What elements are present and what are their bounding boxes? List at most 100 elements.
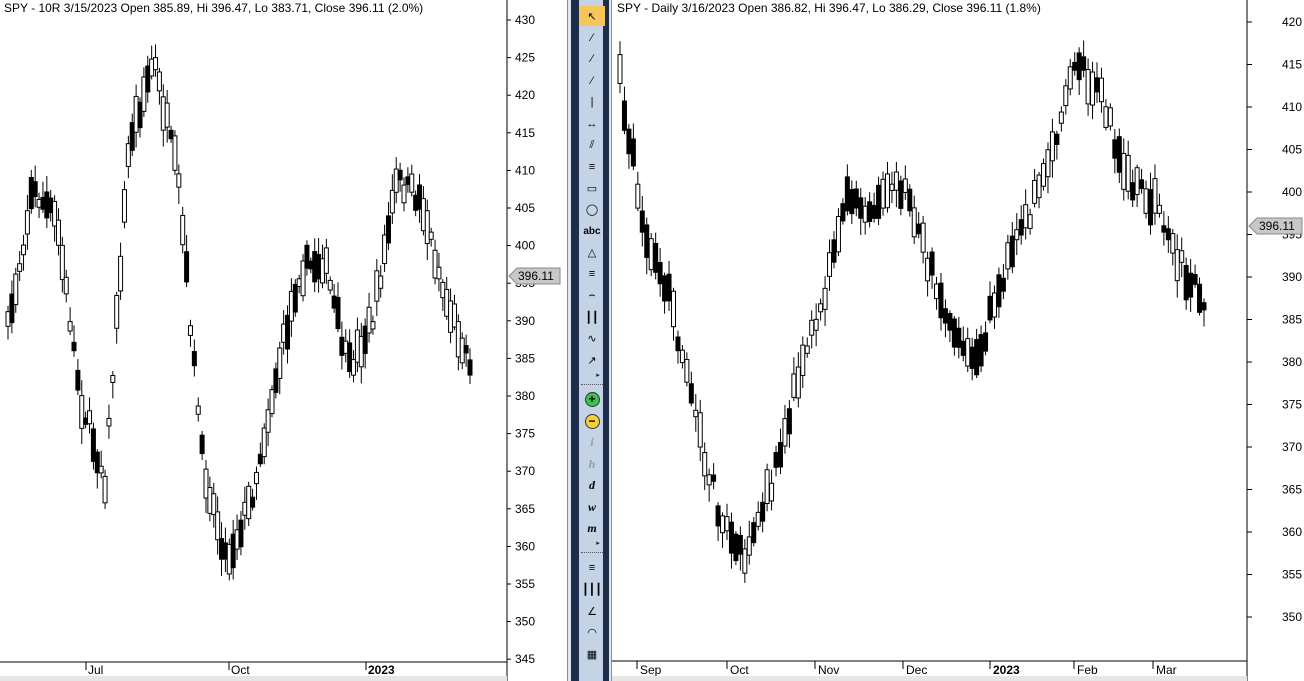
toolbar-expand-arrow[interactable]: ▸ [592, 540, 604, 548]
candlestick [840, 198, 846, 225]
candlestick [1081, 40, 1087, 78]
candlestick [666, 260, 672, 311]
candlestick [720, 512, 726, 548]
arrow-tool[interactable]: ↗ [579, 350, 605, 370]
time-cycles-tool[interactable]: ┃┃ [579, 307, 605, 327]
candlestick [180, 206, 186, 254]
candlestick [1192, 264, 1198, 288]
ellipse-tool[interactable]: ◯ [579, 200, 605, 220]
period-daily[interactable]: d [579, 476, 605, 496]
candlestick [853, 180, 859, 217]
candlestick [867, 192, 873, 228]
time-tick-label: Mar [1156, 663, 1177, 677]
chart-panel-daily[interactable]: 4204154104054003953903853803753703653603… [612, 0, 1304, 681]
candlestick [172, 130, 178, 176]
period-weekly[interactable]: w [579, 497, 605, 517]
horizontal-line-tool[interactable]: ↔ [579, 114, 605, 134]
parallel-lines-tool[interactable]: ⫽ [579, 135, 605, 155]
price-tick-label: 415 [515, 126, 535, 140]
candlestick [1143, 180, 1149, 219]
candlestick [1179, 237, 1185, 278]
period-intraday[interactable]: i [579, 433, 605, 453]
candlestick [728, 512, 734, 569]
zoom-in-icon[interactable]: + [579, 390, 605, 410]
candlestick [715, 502, 721, 541]
candlestick [1116, 128, 1122, 183]
time-tick-label: Feb [1077, 663, 1098, 677]
candlestick [907, 184, 913, 217]
zoom-out-icon[interactable]: − [579, 411, 605, 431]
chart-canvas-daily[interactable]: 4204154104054003953903853803753703653603… [612, 0, 1304, 681]
candlestick [467, 348, 473, 384]
period-hourly[interactable]: h [579, 454, 605, 474]
time-tick-label: Sep [640, 663, 662, 677]
gann-fan-tool[interactable]: ∠ [579, 601, 605, 621]
candlestick [764, 463, 770, 512]
candlestick [106, 404, 112, 439]
candlesticks [617, 40, 1207, 583]
vertical-lines-tool[interactable]: ┃┃┃ [579, 580, 605, 600]
text-tool[interactable]: abc [579, 221, 605, 241]
price-tick-label: 350 [1282, 610, 1302, 624]
horizontal-lines-tool[interactable]: ≡ [579, 558, 605, 578]
last-price-text: 396.11 [518, 269, 554, 283]
price-tick-label: 400 [515, 239, 535, 253]
candlestick [644, 217, 650, 275]
candlestick [795, 352, 801, 408]
time-tick-label: Oct [231, 663, 250, 677]
arc-tool[interactable]: ⌢ [579, 286, 605, 306]
extended-line-tool[interactable]: ∕ [579, 71, 605, 91]
last-price-text: 396.11 [1259, 219, 1295, 233]
candlestick [1027, 208, 1033, 235]
vertical-line-tool[interactable]: | [579, 92, 605, 112]
candlestick [1112, 129, 1118, 174]
candlestick [965, 327, 971, 373]
candlestick [884, 161, 890, 213]
chart-canvas-10r[interactable]: 4304254204154104054003953903853803753703… [0, 0, 567, 681]
line-segment-tool[interactable]: ∕ [579, 28, 605, 48]
candlestick [1090, 61, 1096, 120]
price-tick-label: 405 [515, 201, 535, 215]
candlestick [1188, 258, 1194, 313]
chart-title-daily: SPY - Daily 3/16/2023 Open 386.82, Hi 39… [617, 1, 1041, 15]
candlestick [1121, 138, 1127, 201]
candlestick [938, 272, 944, 331]
candlestick [1170, 228, 1176, 266]
candlestick [777, 428, 783, 475]
candlestick [755, 501, 761, 531]
ray-tool[interactable]: ∕ [579, 49, 605, 69]
channel-tool[interactable]: ≡ [579, 157, 605, 177]
price-tick-label: 380 [1282, 355, 1302, 369]
candlestick [991, 285, 997, 329]
candlestick [639, 196, 645, 247]
candlestick [688, 371, 694, 407]
candlesticks [5, 44, 473, 581]
pointer-tool[interactable]: ↖ [579, 6, 605, 26]
horizontal-scrollbar[interactable] [612, 676, 1247, 681]
candlestick [1165, 216, 1171, 253]
chart-panel-10r[interactable]: 4304254204154104054003953903853803753703… [0, 0, 567, 681]
candlestick [630, 123, 636, 171]
triangle-tool[interactable]: △ [579, 243, 605, 263]
last-price-label: 396.11 [508, 267, 561, 285]
candlestick [1148, 172, 1154, 235]
horizontal-scrollbar[interactable] [0, 676, 507, 681]
grid-tool[interactable]: ▦ [579, 644, 605, 664]
candlestick [782, 404, 788, 454]
candlestick [1058, 106, 1064, 132]
toolbar-expand-arrow[interactable]: ▸ [592, 372, 604, 380]
price-tick-label: 375 [515, 427, 535, 441]
candlestick [1072, 52, 1078, 76]
fibonacci-fan-tool[interactable]: ≡ [579, 264, 605, 284]
candlestick [1125, 140, 1131, 200]
time-tick-label: Oct [730, 663, 749, 677]
time-tick-label: Dec [906, 663, 927, 677]
price-tick-label: 410 [1282, 100, 1302, 114]
candlestick [335, 282, 341, 333]
arcs-tool[interactable]: ◠ [579, 623, 605, 643]
price-tick-label: 410 [515, 163, 535, 177]
candlestick [804, 337, 810, 358]
period-monthly[interactable]: m [579, 519, 605, 539]
polyline-tool[interactable]: ∿ [579, 329, 605, 349]
rectangle-tool[interactable]: ▭ [579, 178, 605, 198]
